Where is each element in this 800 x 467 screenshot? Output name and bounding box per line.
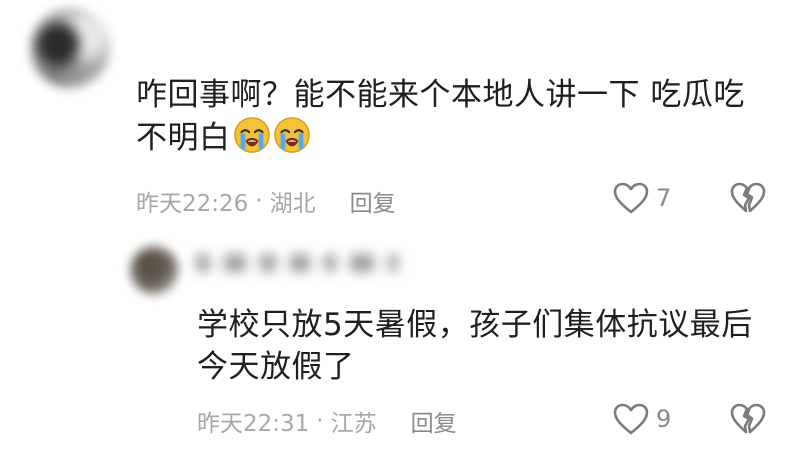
- reply-comment-item: 学校只放5天暑假，孩子们集体抗议最后今天放假了 昨天22:31 · 江苏 回复 …: [0, 236, 800, 467]
- comment-meta: 昨天22:31 · 江苏 回复: [197, 404, 457, 438]
- like-button[interactable]: 9: [612, 402, 671, 436]
- crying-face-emoji-icon: [233, 117, 270, 153]
- reply-button[interactable]: 回复: [411, 404, 457, 438]
- comment-text: 学校只放5天暑假，孩子们集体抗议最后今天放假了: [197, 304, 757, 388]
- comment-item: 咋回事啊？能不能来个本地人讲一下 吃瓜吃不明白 昨天22:26 · 湖北 回复: [0, 0, 800, 225]
- like-count: 7: [656, 184, 672, 212]
- comment-location: 湖北: [269, 191, 316, 217]
- comment-body: 学校只放5天暑假，孩子们集体抗议最后今天放假了: [197, 307, 753, 385]
- meta-separator: ·: [255, 188, 263, 214]
- heart-outline-icon: [613, 182, 649, 214]
- dislike-button[interactable]: [729, 181, 767, 215]
- username-redacted: [196, 250, 398, 276]
- comment-location: 江苏: [330, 411, 377, 437]
- like-button[interactable]: 7: [612, 181, 671, 215]
- broken-heart-icon: [730, 182, 766, 213]
- avatar[interactable]: [130, 246, 178, 294]
- comment-body: 咋回事啊？能不能来个本地人讲一下 吃瓜吃不明白: [136, 77, 745, 156]
- avatar[interactable]: [30, 8, 110, 88]
- comment-text: 咋回事啊？能不能来个本地人讲一下 吃瓜吃不明白: [136, 74, 756, 159]
- comment-meta: 昨天22:26 · 湖北 回复: [136, 184, 396, 218]
- comment-time: 昨天22:31: [197, 411, 310, 437]
- reply-button[interactable]: 回复: [350, 184, 396, 218]
- dislike-button[interactable]: [729, 402, 767, 436]
- comment-actions: 7: [612, 181, 767, 215]
- comment-time: 昨天22:26: [136, 191, 249, 217]
- broken-heart-icon: [730, 403, 766, 434]
- heart-outline-icon: [613, 403, 649, 435]
- crying-face-emoji-icon: [273, 117, 310, 153]
- meta-separator: ·: [316, 408, 324, 434]
- like-count: 9: [656, 405, 672, 433]
- comment-actions: 9: [612, 402, 767, 436]
